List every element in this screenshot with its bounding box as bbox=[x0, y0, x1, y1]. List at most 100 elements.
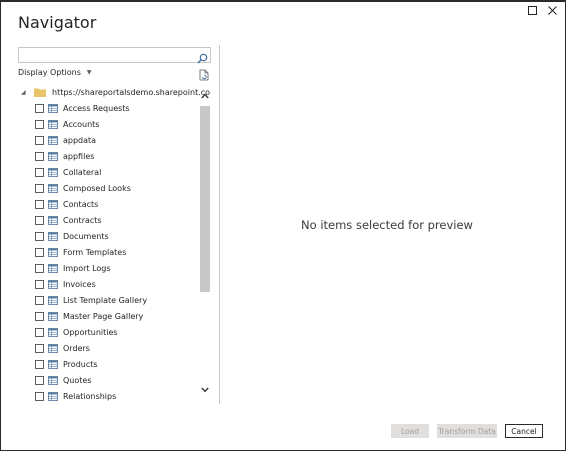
tree-item-label: Collateral bbox=[63, 167, 102, 177]
item-checkbox[interactable] bbox=[35, 167, 44, 177]
table-icon bbox=[48, 183, 58, 193]
item-checkbox[interactable] bbox=[35, 103, 44, 113]
item-checkbox[interactable] bbox=[35, 135, 44, 145]
tree-item[interactable]: Import Logs bbox=[18, 260, 198, 276]
item-checkbox[interactable] bbox=[35, 199, 44, 209]
dialog-title: Navigator bbox=[18, 13, 97, 32]
tree-item-label: Composed Looks bbox=[63, 183, 131, 193]
table-icon bbox=[48, 119, 58, 129]
tree-item-label: Accounts bbox=[63, 119, 100, 129]
tree-item-label: Invoices bbox=[63, 279, 96, 289]
tree-item-label: Access Requests bbox=[63, 103, 130, 113]
table-icon bbox=[48, 375, 58, 385]
table-icon bbox=[48, 103, 58, 113]
tree-item-label: List Template Gallery bbox=[63, 295, 148, 305]
item-checkbox[interactable] bbox=[35, 215, 44, 225]
table-icon bbox=[48, 279, 58, 289]
search-icon[interactable] bbox=[197, 49, 208, 64]
tree-root-item[interactable]: ◢ https://shareportalsdemo.sharepoint.co… bbox=[18, 84, 210, 100]
table-icon bbox=[48, 215, 58, 225]
item-checkbox[interactable] bbox=[35, 327, 44, 337]
scroll-down-icon[interactable] bbox=[200, 384, 210, 396]
table-icon bbox=[48, 199, 58, 209]
tree-item-label: Orders bbox=[63, 343, 90, 353]
table-icon bbox=[48, 311, 58, 321]
tree-item[interactable]: Collateral bbox=[18, 164, 198, 180]
item-checkbox[interactable] bbox=[35, 263, 44, 273]
tree-item[interactable]: Quotes bbox=[18, 372, 198, 388]
item-checkbox[interactable] bbox=[35, 247, 44, 257]
refresh-icon[interactable] bbox=[198, 66, 210, 81]
tree-item-label: Quotes bbox=[63, 375, 92, 385]
table-icon bbox=[48, 135, 58, 145]
item-checkbox[interactable] bbox=[35, 359, 44, 369]
tree-item[interactable]: Contracts bbox=[18, 212, 198, 228]
item-checkbox[interactable] bbox=[35, 391, 44, 401]
tree-item[interactable]: Composed Looks bbox=[18, 180, 198, 196]
tree-item-label: Import Logs bbox=[63, 263, 111, 273]
search-field[interactable] bbox=[18, 47, 211, 68]
tree-item[interactable]: Products bbox=[18, 356, 198, 372]
item-checkbox[interactable] bbox=[35, 375, 44, 385]
maximize-icon[interactable] bbox=[525, 3, 539, 17]
navigator-tree: ◢ https://shareportalsdemo.sharepoint.co… bbox=[18, 84, 210, 404]
item-checkbox[interactable] bbox=[35, 151, 44, 161]
item-checkbox[interactable] bbox=[35, 343, 44, 353]
tree-item-list: Access Requests Accounts appdata appfiles Co… bbox=[18, 100, 198, 404]
preview-empty-message: No items selected for preview bbox=[301, 218, 473, 232]
tree-item[interactable]: Access Requests bbox=[18, 100, 198, 116]
item-checkbox[interactable] bbox=[35, 183, 44, 193]
tree-item-label: Relationships bbox=[63, 391, 117, 401]
item-checkbox[interactable] bbox=[35, 295, 44, 305]
tree-item[interactable]: Opportunities bbox=[18, 324, 198, 340]
tree-item[interactable]: Contacts bbox=[18, 196, 198, 212]
tree-item[interactable]: Documents bbox=[18, 228, 198, 244]
item-checkbox[interactable] bbox=[35, 119, 44, 129]
tree-item-label: Form Templates bbox=[63, 247, 127, 257]
transform-data-button[interactable]: Transform Data bbox=[437, 424, 497, 438]
table-icon bbox=[48, 231, 58, 241]
table-icon bbox=[48, 295, 58, 305]
item-checkbox[interactable] bbox=[35, 231, 44, 241]
folder-icon bbox=[34, 88, 46, 97]
item-checkbox[interactable] bbox=[35, 311, 44, 321]
table-icon bbox=[48, 263, 58, 273]
display-options-menu[interactable]: Display Options ▼ bbox=[18, 68, 92, 77]
tree-item[interactable]: Master Page Gallery bbox=[18, 308, 198, 324]
tree-item-label: Products bbox=[63, 359, 98, 369]
tree-item[interactable]: appfiles bbox=[18, 148, 198, 164]
item-checkbox[interactable] bbox=[35, 279, 44, 289]
cancel-button[interactable]: Cancel bbox=[505, 424, 543, 438]
tree-item[interactable]: Orders bbox=[18, 340, 198, 356]
table-icon bbox=[48, 247, 58, 257]
scroll-thumb[interactable] bbox=[200, 106, 210, 292]
search-input[interactable] bbox=[19, 53, 192, 68]
display-options-label: Display Options bbox=[18, 68, 81, 77]
tree-root-label: https://shareportalsdemo.sharepoint.com/… bbox=[52, 87, 210, 97]
table-icon bbox=[48, 327, 58, 337]
table-icon bbox=[48, 391, 58, 401]
tree-item[interactable]: Form Templates bbox=[18, 244, 198, 260]
tree-item[interactable]: Accounts bbox=[18, 116, 198, 132]
tree-item-label: appdata bbox=[63, 135, 97, 145]
tree-scrollbar[interactable] bbox=[200, 90, 210, 400]
scroll-up-icon[interactable] bbox=[200, 90, 210, 102]
tree-item[interactable]: List Template Gallery bbox=[18, 292, 198, 308]
tree-item-label: Contracts bbox=[63, 215, 102, 225]
tree-item-label: Opportunities bbox=[63, 327, 118, 337]
expand-triangle-icon[interactable]: ◢ bbox=[21, 89, 31, 96]
tree-item[interactable]: Invoices bbox=[18, 276, 198, 292]
tree-item[interactable]: appdata bbox=[18, 132, 198, 148]
tree-item-label: appfiles bbox=[63, 151, 95, 161]
close-icon[interactable] bbox=[545, 3, 559, 17]
table-icon bbox=[48, 167, 58, 177]
table-icon bbox=[48, 359, 58, 369]
chevron-down-icon: ▼ bbox=[86, 69, 92, 76]
table-icon bbox=[48, 343, 58, 353]
tree-item-label: Master Page Gallery bbox=[63, 311, 144, 321]
table-icon bbox=[48, 151, 58, 161]
load-button[interactable]: Load bbox=[391, 424, 429, 438]
tree-item-label: Contacts bbox=[63, 199, 99, 209]
tree-item[interactable]: Relationships bbox=[18, 388, 198, 404]
tree-item-label: Documents bbox=[63, 231, 109, 241]
